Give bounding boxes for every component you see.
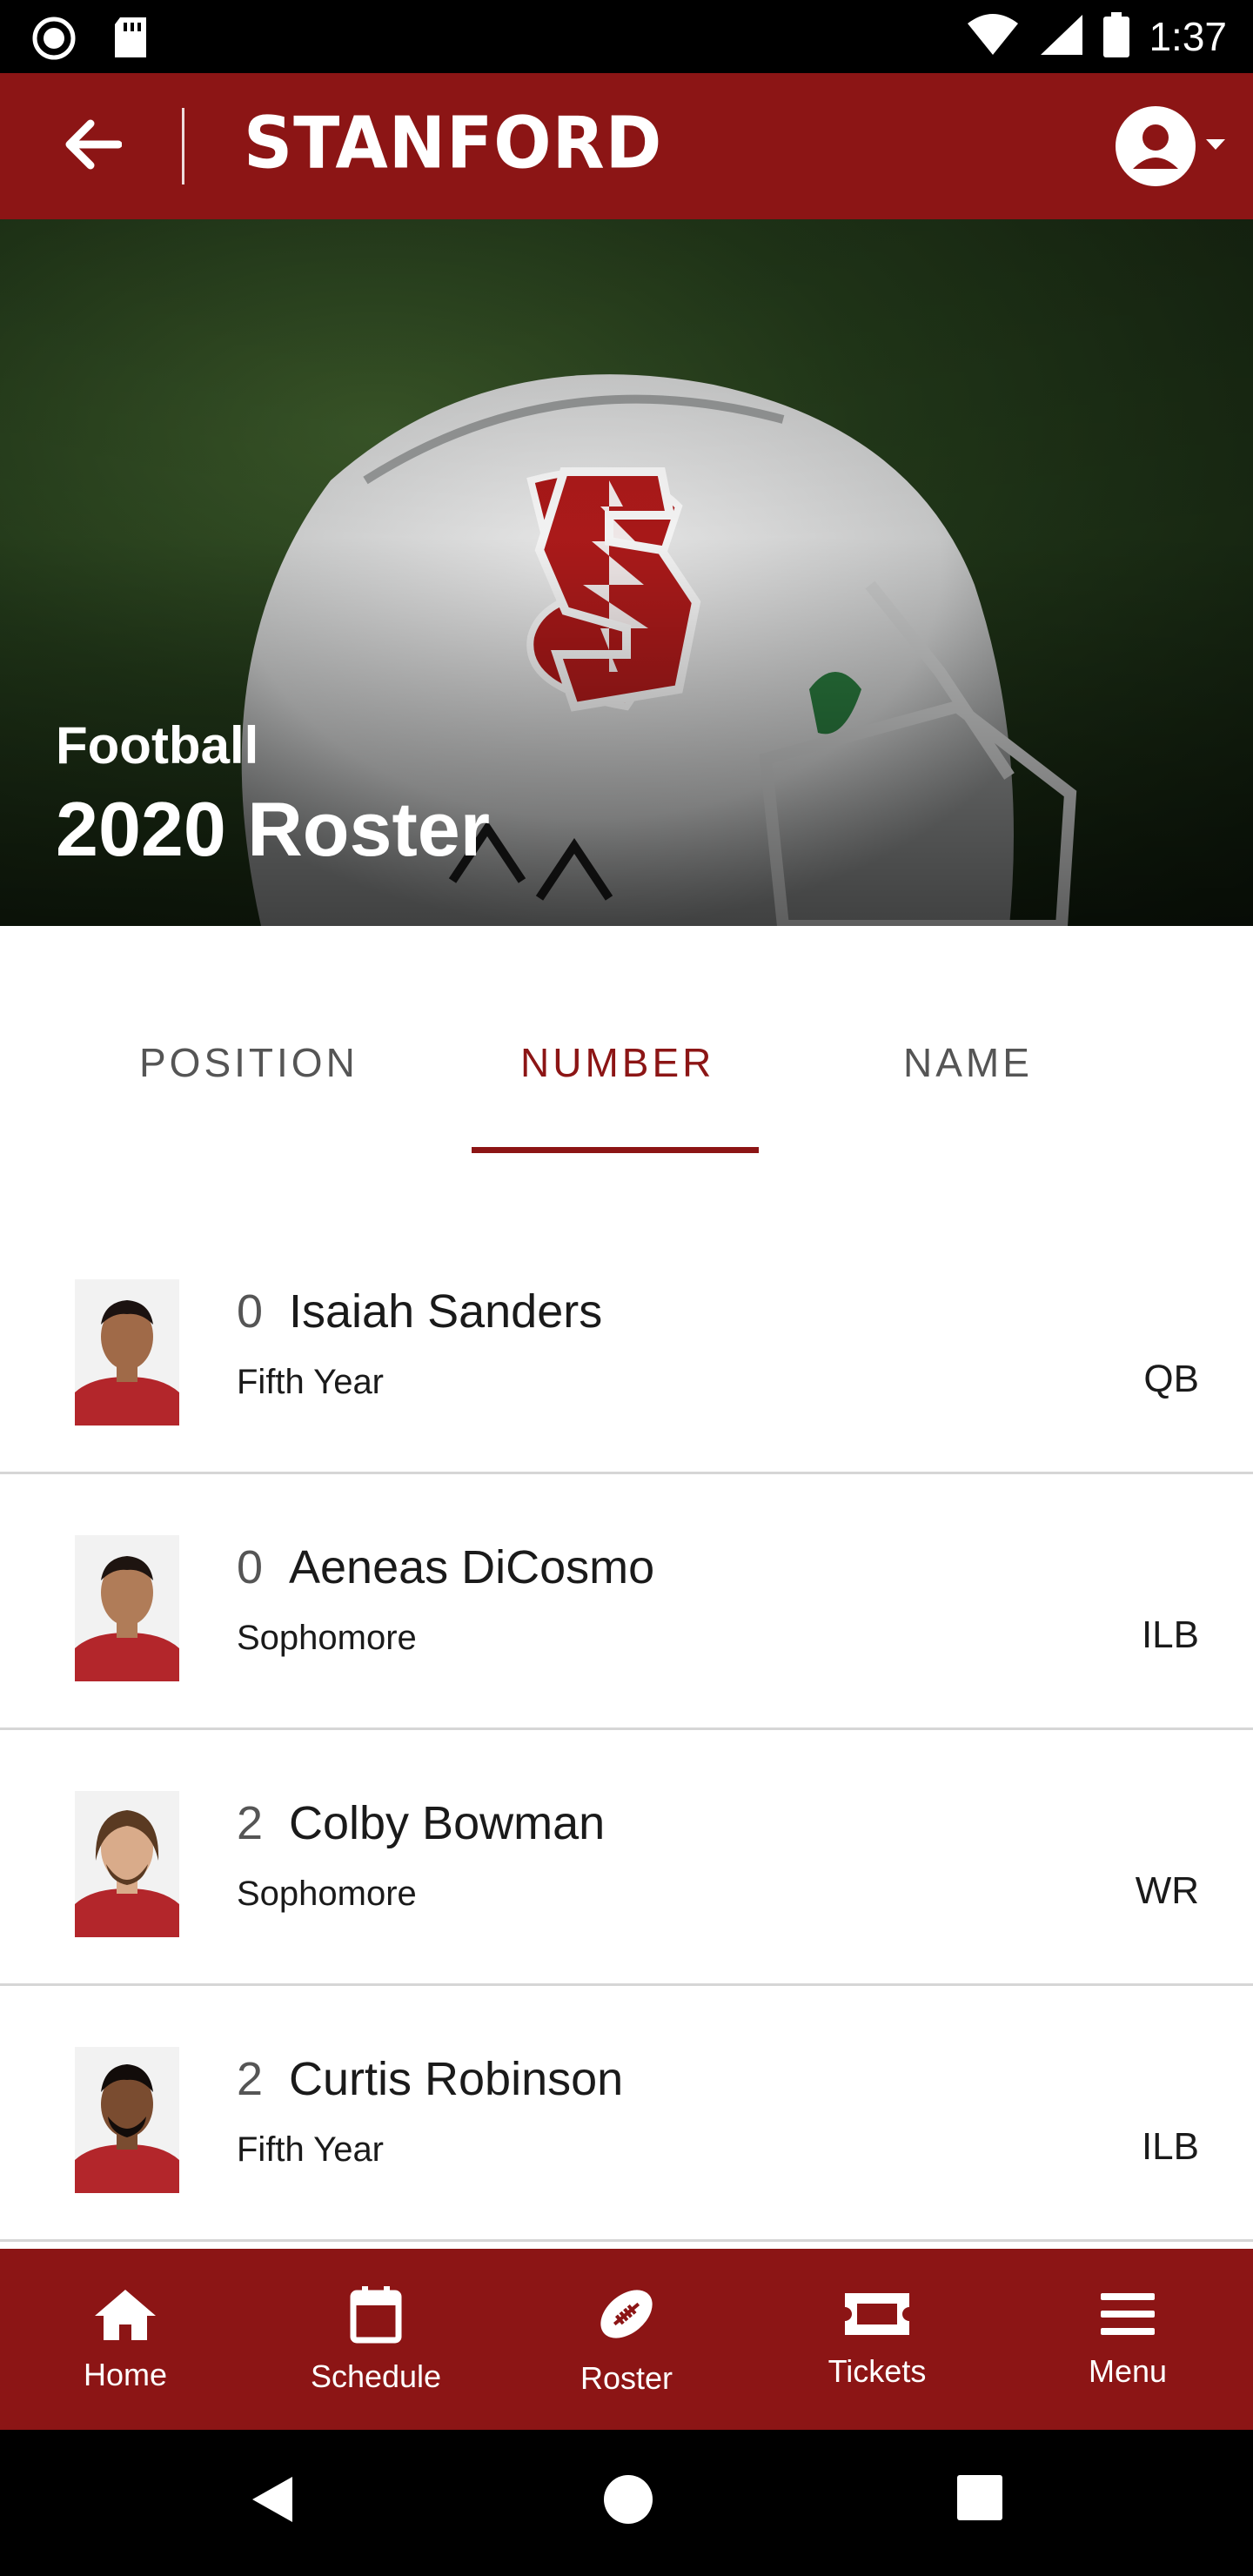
roster-list: 0 Isaiah Sanders Fifth Year QB 0 Aeneas … bbox=[0, 1218, 1253, 2242]
roster-row[interactable]: 2 Curtis Robinson Fifth Year ILB bbox=[0, 1986, 1253, 2242]
jersey-number: 0 bbox=[237, 1285, 264, 1338]
roster-row[interactable]: 0 Isaiah Sanders Fifth Year QB bbox=[0, 1218, 1253, 1474]
system-home-button[interactable] bbox=[602, 2473, 654, 2530]
nav-label: Schedule bbox=[310, 2358, 442, 2394]
nav-schedule[interactable]: Schedule bbox=[251, 2249, 501, 2430]
sort-tabs: POSITION NUMBER NAME bbox=[0, 926, 1253, 1152]
brand-wordmark: STANFORD bbox=[244, 102, 663, 185]
player-position: ILB bbox=[1141, 1613, 1199, 1656]
menu-icon bbox=[1099, 2290, 1156, 2343]
status-time: 1:37 bbox=[1149, 14, 1227, 59]
arrow-left-icon bbox=[61, 118, 123, 175]
signal-icon bbox=[1039, 13, 1084, 61]
tab-number[interactable]: NUMBER bbox=[520, 1039, 714, 1086]
roster-row[interactable]: 2 Colby Bowman Sophomore WR bbox=[0, 1730, 1253, 1986]
player-year: Sophomore bbox=[237, 1875, 417, 1913]
battery-icon bbox=[1103, 11, 1130, 62]
status-bar: 1:37 bbox=[0, 0, 1253, 73]
nav-menu[interactable]: Menu bbox=[1002, 2249, 1253, 2430]
player-year: Sophomore bbox=[237, 1619, 417, 1657]
player-year: Fifth Year bbox=[237, 2130, 385, 2169]
nav-tickets[interactable]: Tickets bbox=[752, 2249, 1002, 2430]
player-name: Isaiah Sanders bbox=[289, 1285, 603, 1338]
system-back-button[interactable] bbox=[249, 2473, 298, 2530]
back-button[interactable] bbox=[52, 111, 131, 181]
jersey-number: 2 bbox=[237, 1797, 264, 1849]
player-position: WR bbox=[1135, 1869, 1199, 1912]
nav-home[interactable]: Home bbox=[0, 2249, 251, 2430]
player-photo bbox=[75, 1535, 179, 1681]
nav-label: Home bbox=[83, 2356, 168, 2392]
jersey-number: 2 bbox=[237, 2053, 264, 2105]
player-position: ILB bbox=[1141, 2125, 1199, 2168]
player-photo bbox=[75, 1279, 179, 1426]
nav-label: Roster bbox=[580, 2359, 673, 2396]
ticket-icon bbox=[841, 2290, 913, 2343]
system-recents-button[interactable] bbox=[955, 2473, 1004, 2526]
player-name: Aeneas DiCosmo bbox=[289, 1541, 655, 1593]
system-navigation-bar bbox=[0, 2430, 1253, 2576]
player-year: Fifth Year bbox=[237, 1363, 385, 1401]
nav-label: Menu bbox=[1088, 2352, 1168, 2389]
app-bar: STANFORD bbox=[0, 73, 1253, 219]
nav-label: Tickets bbox=[828, 2352, 927, 2389]
app-bar-divider bbox=[182, 108, 184, 184]
football-icon bbox=[595, 2283, 658, 2350]
player-name: Curtis Robinson bbox=[289, 2053, 624, 2105]
record-icon bbox=[31, 16, 77, 65]
sd-card-icon bbox=[111, 16, 150, 65]
account-menu-button[interactable] bbox=[1116, 106, 1227, 186]
nav-roster[interactable]: Roster bbox=[501, 2249, 752, 2430]
wifi-icon bbox=[966, 13, 1020, 61]
tab-name[interactable]: NAME bbox=[903, 1039, 1033, 1086]
tab-position[interactable]: POSITION bbox=[139, 1039, 358, 1086]
player-name: Colby Bowman bbox=[289, 1797, 606, 1849]
account-circle-icon bbox=[1116, 106, 1196, 186]
jersey-number: 0 bbox=[237, 1541, 264, 1593]
hero-sport: Football bbox=[56, 716, 259, 775]
active-tab-indicator bbox=[472, 1147, 759, 1153]
home-icon bbox=[91, 2286, 159, 2346]
player-photo bbox=[75, 2047, 179, 2193]
player-position: QB bbox=[1143, 1358, 1199, 1400]
roster-row[interactable]: 0 Aeneas DiCosmo Sophomore ILB bbox=[0, 1474, 1253, 1730]
chevron-down-icon bbox=[1204, 138, 1227, 156]
hero-title: 2020 Roster bbox=[56, 786, 490, 872]
player-photo bbox=[75, 1791, 179, 1937]
calendar-icon bbox=[350, 2284, 402, 2348]
hero-banner: Football 2020 Roster bbox=[0, 219, 1253, 926]
bottom-navigation: Home Schedule Roster Tickets Menu bbox=[0, 2249, 1253, 2430]
